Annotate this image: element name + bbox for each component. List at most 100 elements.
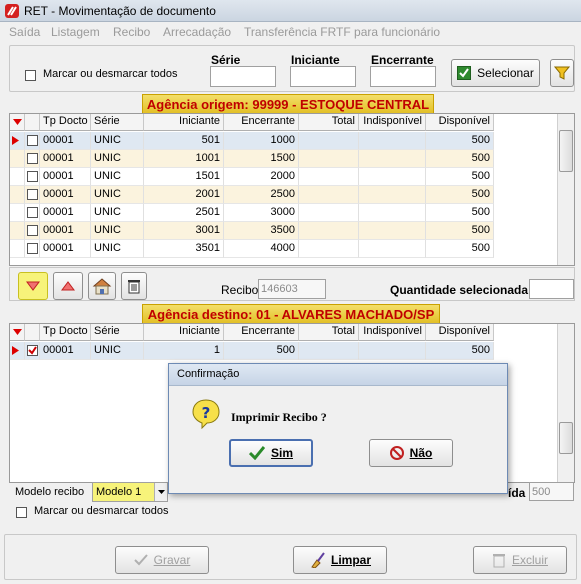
menu-arrecadacao[interactable]: Arrecadação [163,25,231,39]
origin-cell-tp[interactable]: 00001 [40,222,91,240]
dest-cell-serie[interactable]: UNIC [91,342,144,360]
dest-cell-disp[interactable]: 500 [426,342,494,360]
origin-cell-serie[interactable]: UNIC [91,222,144,240]
origin-cell-disp[interactable]: 500 [426,186,494,204]
origin-cell-enc[interactable]: 4000 [224,240,299,258]
modelo-select[interactable]: Modelo 1 [92,482,168,502]
mark-all-checkbox-bottom[interactable] [16,507,27,518]
move-down-button[interactable] [18,272,48,300]
dest-cell-indisp[interactable] [359,342,426,360]
origin-cell-total[interactable] [299,132,359,150]
dest-col-serie[interactable]: Série [91,324,144,341]
dest-cell-total[interactable] [299,342,359,360]
dest-col-tpdocto[interactable]: Tp Docto [40,324,91,341]
origin-cell-ini[interactable]: 501 [144,132,224,150]
origin-row-checkbox[interactable] [27,225,38,236]
origin-cell-ini[interactable]: 1501 [144,168,224,186]
limpar-button[interactable]: Limpar [293,546,387,574]
origin-cell-ini[interactable]: 1001 [144,150,224,168]
origin-cell-total[interactable] [299,168,359,186]
menu-transferencia-frtf[interactable]: Transferência FRTF para funcionário [244,25,440,39]
dest-col-iniciante[interactable]: Iniciante [144,324,224,341]
origin-row-checkbox[interactable] [27,171,38,182]
menu-recibo[interactable]: Recibo [113,25,150,39]
origin-cell-indisp[interactable] [359,168,426,186]
origin-cell-enc[interactable]: 3500 [224,222,299,240]
origin-cell-indisp[interactable] [359,240,426,258]
origin-cell-tp[interactable]: 00001 [40,204,91,222]
origin-cell-indisp[interactable] [359,222,426,240]
origin-cell-total[interactable] [299,240,359,258]
origin-row-checkbox[interactable] [27,135,38,146]
origin-cell-serie[interactable]: UNIC [91,150,144,168]
dialog-yes-button[interactable]: Sim [229,439,313,467]
origin-cell-enc[interactable]: 2500 [224,186,299,204]
origin-col-total[interactable]: Total [299,114,359,131]
serie-input[interactable] [210,66,276,87]
origin-cell-tp[interactable]: 00001 [40,132,91,150]
dest-row-checkbox[interactable] [27,345,38,356]
move-up-button[interactable] [53,272,83,300]
selecionar-button[interactable]: Selecionar [451,59,540,87]
origin-scrollbar-thumb[interactable] [559,130,573,172]
origin-cell-tp[interactable]: 00001 [40,186,91,204]
origin-cell-indisp[interactable] [359,150,426,168]
chevron-down-icon[interactable] [154,483,167,501]
origin-cell-ini[interactable]: 3001 [144,222,224,240]
origin-cell-tp[interactable]: 00001 [40,150,91,168]
origin-cell-total[interactable] [299,204,359,222]
origin-cell-tp[interactable]: 00001 [40,168,91,186]
origin-cell-indisp[interactable] [359,132,426,150]
origin-col-indisponivel[interactable]: Indisponível [359,114,426,131]
origin-scrollbar[interactable] [557,114,574,265]
recibo-input[interactable] [258,279,326,299]
origin-col-tpdocto[interactable]: Tp Docto [40,114,91,131]
origin-cell-ini[interactable]: 2501 [144,204,224,222]
filter-button[interactable] [550,59,574,87]
origin-cell-disp[interactable]: 500 [426,132,494,150]
saida-input[interactable] [529,482,574,501]
encerrante-input[interactable] [370,66,436,87]
origin-cell-disp[interactable]: 500 [426,240,494,258]
origin-cell-indisp[interactable] [359,204,426,222]
origin-cell-serie[interactable]: UNIC [91,204,144,222]
dialog-no-button[interactable]: Não [369,439,453,467]
qty-input[interactable] [529,279,574,299]
dest-cell-enc[interactable]: 500 [224,342,299,360]
origin-col-encerrante[interactable]: Encerrante [224,114,299,131]
menu-listagem[interactable]: Listagem [51,25,100,39]
origin-cell-enc[interactable]: 3000 [224,204,299,222]
delete-button[interactable] [121,272,147,300]
origin-cell-disp[interactable]: 500 [426,150,494,168]
dest-col-total[interactable]: Total [299,324,359,341]
gravar-button[interactable]: Gravar [115,546,209,574]
agency-button[interactable] [88,272,116,300]
origin-cell-enc[interactable]: 2000 [224,168,299,186]
origin-row-checkbox[interactable] [27,189,38,200]
origin-row-checkbox[interactable] [27,207,38,218]
origin-cell-indisp[interactable] [359,186,426,204]
mark-all-checkbox-top[interactable] [25,70,36,81]
origin-cell-total[interactable] [299,150,359,168]
origin-cell-serie[interactable]: UNIC [91,240,144,258]
origin-cell-tp[interactable]: 00001 [40,240,91,258]
excluir-button[interactable]: Excluir [473,546,567,574]
dest-col-disponivel[interactable]: Disponível [426,324,494,341]
dest-cell-ini[interactable]: 1 [144,342,224,360]
origin-cell-disp[interactable]: 500 [426,222,494,240]
origin-cell-serie[interactable]: UNIC [91,186,144,204]
iniciante-input[interactable] [290,66,356,87]
origin-cell-serie[interactable]: UNIC [91,132,144,150]
dest-scrollbar[interactable] [557,324,574,482]
origin-row-checkbox[interactable] [27,243,38,254]
origin-cell-enc[interactable]: 1000 [224,132,299,150]
origin-row-checkbox[interactable] [27,153,38,164]
menu-saida[interactable]: Saída [9,25,40,39]
dest-scrollbar-thumb[interactable] [559,422,573,454]
origin-cell-disp[interactable]: 500 [426,204,494,222]
origin-cell-total[interactable] [299,222,359,240]
dest-cell-tp[interactable]: 00001 [40,342,91,360]
origin-col-iniciante[interactable]: Iniciante [144,114,224,131]
origin-col-disponivel[interactable]: Disponível [426,114,494,131]
origin-cell-total[interactable] [299,186,359,204]
